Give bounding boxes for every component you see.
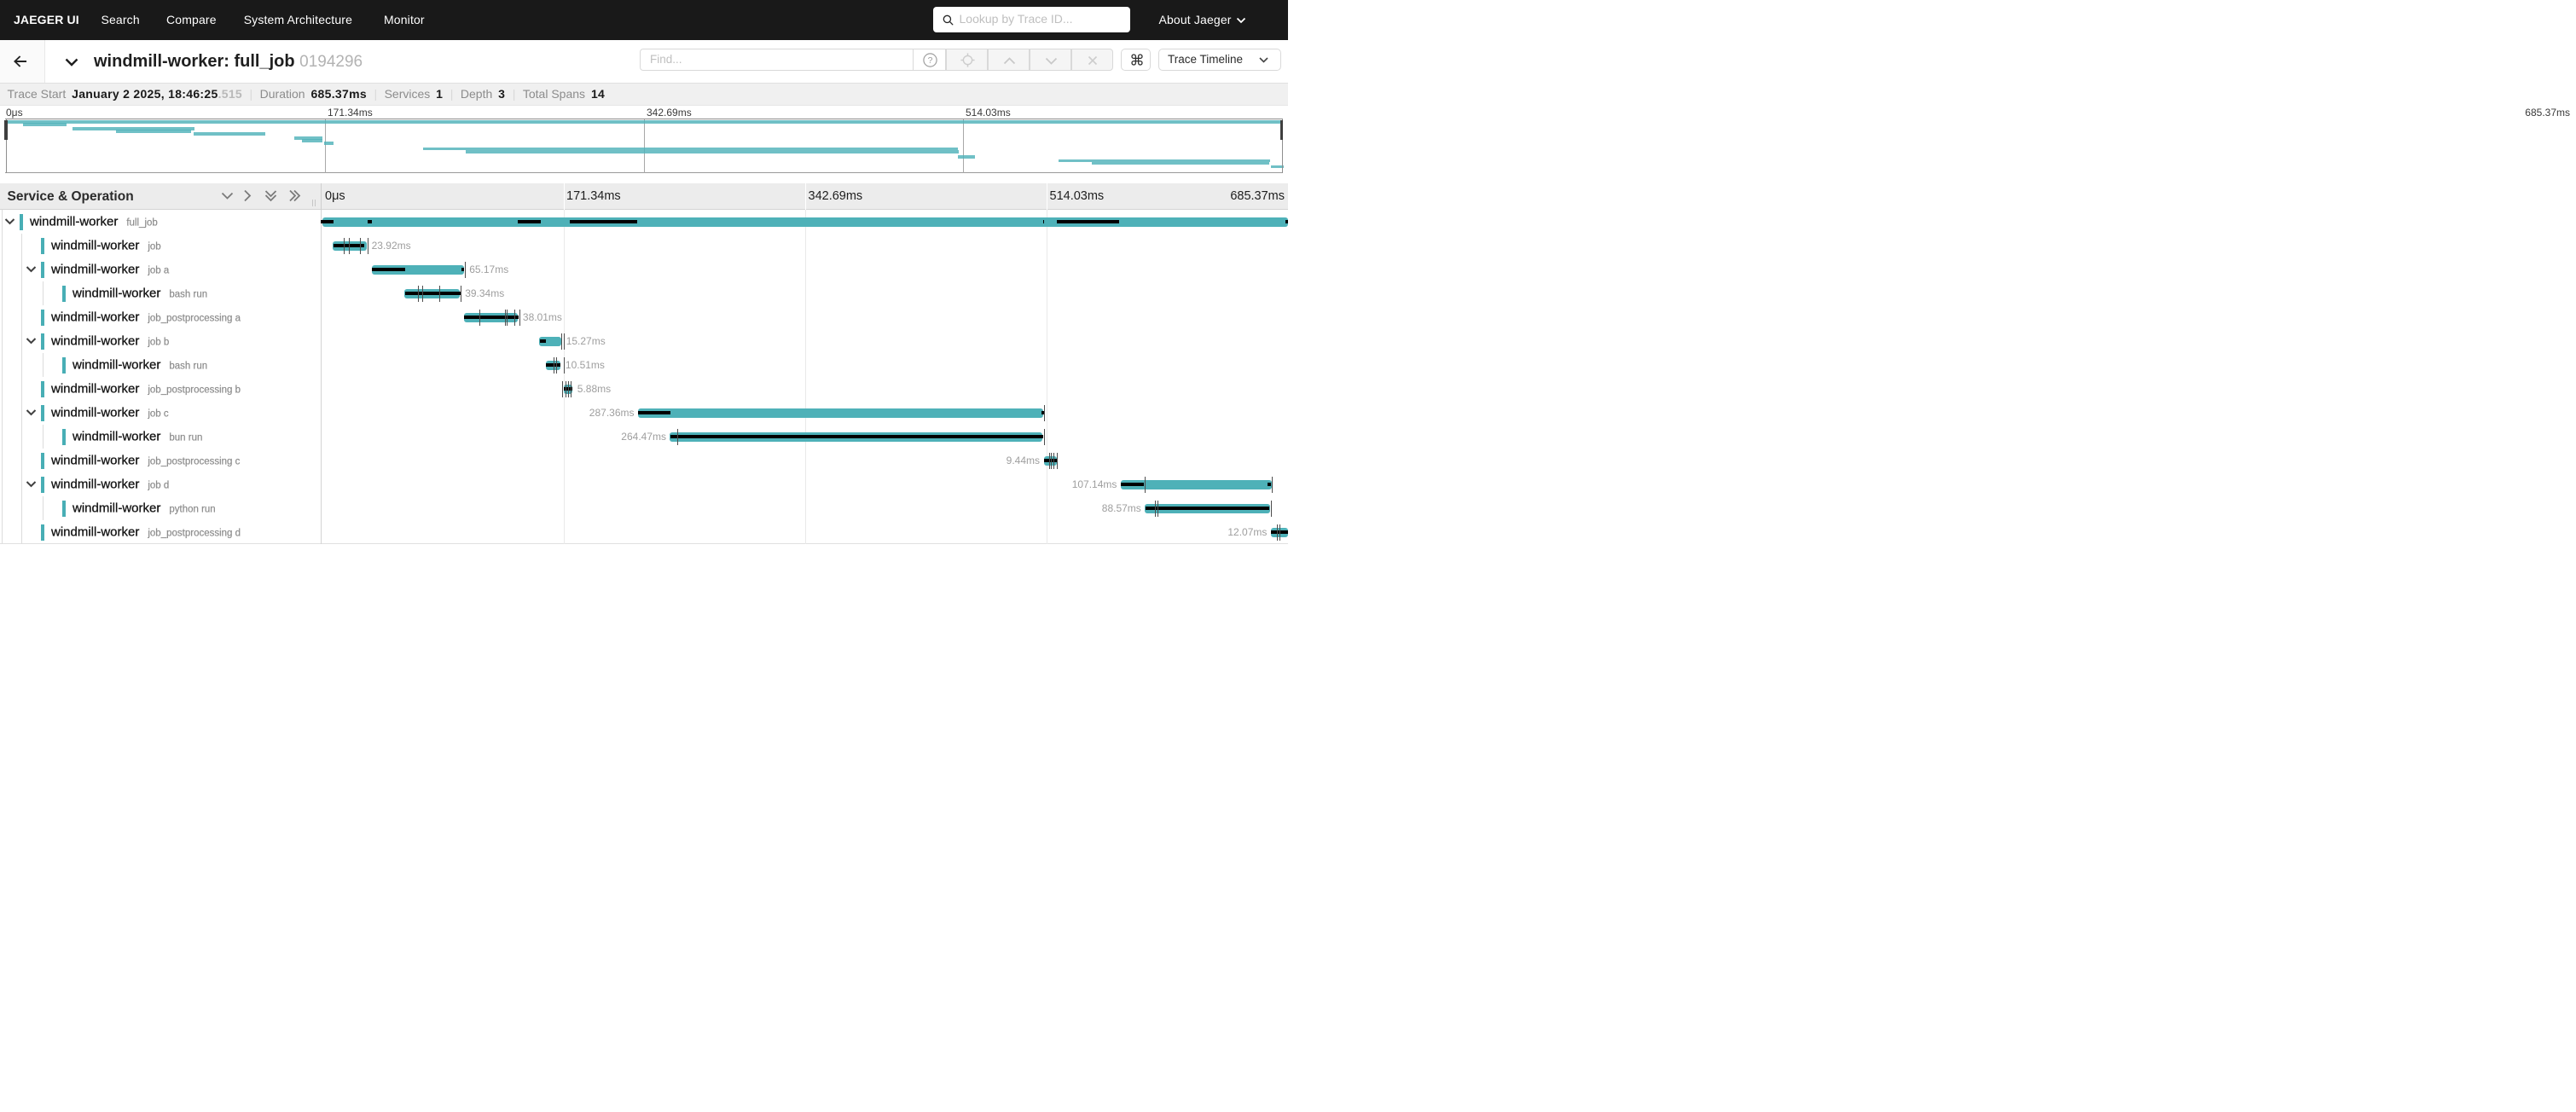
- svg-text:?: ?: [927, 55, 932, 66]
